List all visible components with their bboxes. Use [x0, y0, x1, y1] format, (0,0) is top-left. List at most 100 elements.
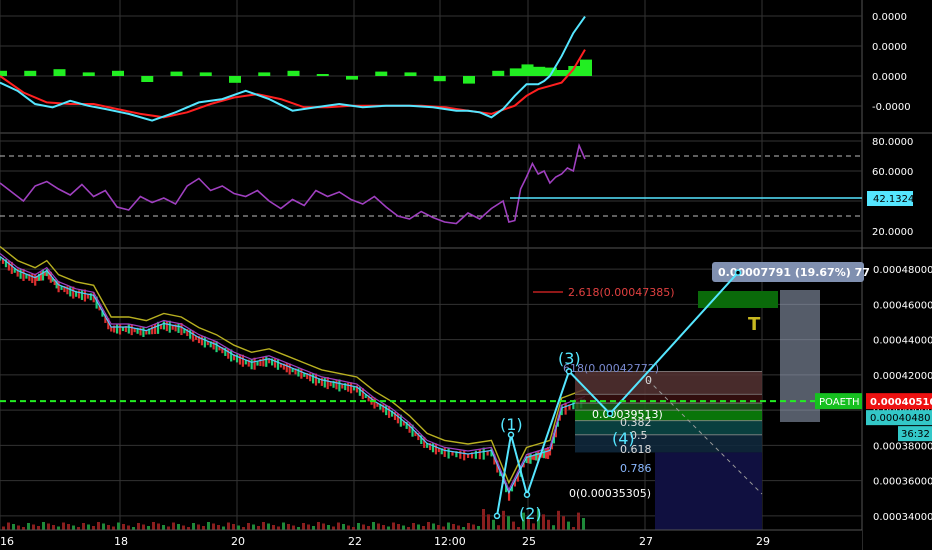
macd-histogram-bar [24, 70, 37, 76]
price-candle [276, 358, 280, 370]
price-candle [31, 274, 34, 284]
volume-bar [387, 526, 390, 530]
price-candle [168, 320, 171, 333]
volume-bar [482, 509, 485, 530]
price-candle [177, 323, 180, 333]
volume-bar [252, 524, 255, 530]
elliott-wave-point[interactable] [606, 410, 614, 417]
volume-bar [542, 514, 545, 530]
macd-histogram-bar [509, 68, 522, 76]
volume-bar [282, 522, 285, 530]
macd-histogram-bar [346, 76, 358, 80]
volume-bar [422, 526, 425, 530]
time-tick-label: 25 [522, 535, 536, 548]
volume-bar [402, 525, 405, 530]
time-tick-label: 12:00 [434, 535, 466, 548]
macd-histogram-bar [463, 76, 475, 84]
macd-histogram-bar [287, 70, 300, 76]
volume-bar [532, 523, 535, 530]
volume-bar [377, 523, 380, 530]
volume-bar [267, 523, 270, 530]
volume-bar [177, 524, 180, 530]
price-candle [482, 447, 485, 460]
volume-bar [222, 526, 225, 530]
target-zone[interactable] [698, 291, 778, 308]
price-candle [69, 286, 72, 297]
volume-bar [502, 510, 505, 530]
price-candle [7, 260, 10, 271]
volume-bar [17, 525, 20, 530]
price-candle [127, 324, 130, 334]
elliott-wave-label: (4) [612, 429, 635, 448]
elliott-wave-point[interactable] [507, 431, 515, 439]
trading-chart[interactable]: 0.0000 0.0000 0.0000 -0.0000 80.0000 60.0000 2… [0, 0, 932, 550]
fib-extension-label: 2.618(0.00047385) [568, 286, 675, 299]
volume-bar [217, 525, 220, 530]
rsi-tick-label: 20.0000 [872, 227, 913, 238]
price-candle [238, 354, 242, 365]
elliott-wave-point[interactable] [523, 491, 531, 498]
elliott-wave-label: (1) [500, 415, 523, 434]
price-candle [34, 273, 37, 286]
volume-bar [567, 521, 570, 530]
volume-bar [147, 526, 150, 530]
macd-histogram-bar [82, 72, 95, 76]
price-candle [431, 443, 435, 453]
price-candle [326, 377, 329, 390]
macd-histogram-bar [112, 70, 124, 76]
price-tick-label: 0.00034000 [873, 512, 932, 523]
time-tick-label: 22 [348, 535, 362, 548]
price-candle [165, 321, 168, 332]
volume-bar [357, 523, 360, 530]
volume-bar [157, 523, 160, 530]
volume-bar [317, 522, 320, 530]
macd-histogram-bar [375, 71, 388, 76]
elliott-wave-point[interactable] [734, 269, 742, 276]
measure-box[interactable] [780, 290, 820, 422]
volume-bar [447, 522, 450, 530]
volume-bar [67, 524, 70, 530]
volume-bar [487, 514, 490, 530]
price-candle [529, 452, 532, 464]
price-candle [77, 290, 81, 299]
price-candle [323, 377, 326, 388]
price-candle [189, 329, 192, 339]
volume-bar [562, 516, 565, 530]
fib-label: 0(0.00035305) [569, 487, 651, 500]
volume-bar [397, 524, 400, 530]
volume-bar [137, 523, 140, 530]
secondary-price-label: 0.00040480 [870, 413, 930, 424]
volume-bar [92, 526, 95, 530]
price-candle [227, 348, 230, 359]
time-tick-label: 16 [0, 535, 14, 548]
volume-bar [97, 522, 100, 530]
time-tick-label: 20 [231, 535, 245, 548]
volume-bar [82, 523, 85, 530]
elliott-wave-point[interactable] [493, 512, 501, 520]
price-candle [116, 324, 119, 334]
volume-bar [492, 519, 495, 530]
elliott-wave-point[interactable] [565, 368, 573, 375]
macd-histogram-bar [556, 70, 569, 76]
macd-histogram-bar [170, 71, 183, 76]
price-candle [434, 443, 438, 455]
volume-bar [412, 523, 415, 530]
price-candle [447, 447, 450, 459]
elliott-wave-label: (2) [519, 504, 542, 523]
price-candle [273, 358, 277, 368]
volume-bar [552, 525, 555, 530]
volume-bar [162, 525, 165, 530]
volume-bar [337, 522, 340, 530]
macd-histogram-bar [521, 64, 534, 76]
fib-label: 0.382 [620, 416, 652, 429]
price-candle [19, 268, 22, 279]
fib-zone [575, 434, 762, 453]
price-candle [285, 363, 288, 373]
volume-bar [167, 526, 170, 530]
volume-bar [127, 525, 130, 530]
macd-histogram-bar [53, 69, 66, 76]
countdown-label: 36:32 [901, 429, 930, 440]
price-candle [118, 323, 122, 335]
volume-bar [62, 522, 65, 530]
target-letter: T [748, 314, 761, 335]
